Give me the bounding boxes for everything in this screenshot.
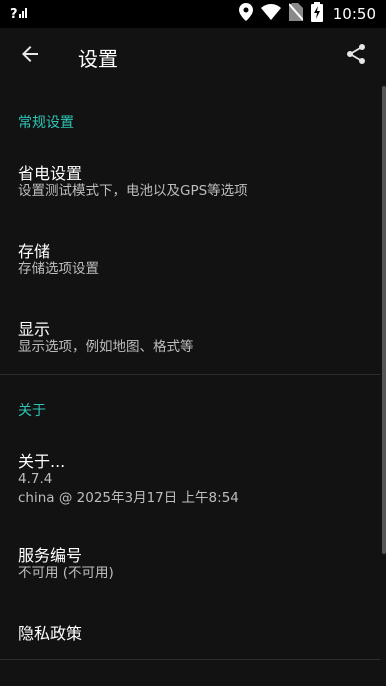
share-icon (345, 43, 367, 69)
back-button[interactable] (12, 38, 48, 74)
pref-power-saving[interactable]: 省电设置 设置测试模式下，电池以及GPS等选项 (0, 146, 380, 214)
pref-title: 关于... (18, 452, 66, 471)
pref-about[interactable]: 关于... 4.7.4 china @ 2025年3月17日 上午8:54 (0, 436, 380, 520)
app-bar: 设置 (0, 28, 386, 84)
settings-screen: ? 10:50 设置 常规设置 省电设置 设置测试模式下，电池以及GPS等选项 … (0, 0, 386, 686)
status-bar: ? 10:50 (0, 0, 386, 28)
pref-version: 4.7.4 (18, 471, 53, 487)
settings-list: 常规设置 省电设置 设置测试模式下，电池以及GPS等选项 存储 存储选项设置 显… (0, 84, 386, 686)
share-button[interactable] (338, 38, 374, 74)
page-title: 设置 (78, 47, 118, 71)
pref-summary: 不可用 (不可用) (18, 565, 114, 581)
scrollbar[interactable] (382, 86, 386, 554)
no-sim-icon (288, 3, 304, 25)
arrow-back-icon (20, 44, 40, 68)
pref-build-date: china @ 2025年3月17日 上午8:54 (18, 490, 239, 506)
status-left: ? (10, 4, 31, 24)
pref-privacy-policy[interactable]: 隐私政策 (0, 608, 380, 660)
pref-service-number[interactable]: 服务编号 不可用 (不可用) (0, 530, 380, 598)
pref-summary: 设置测试模式下，电池以及GPS等选项 (18, 183, 248, 199)
pref-storage[interactable]: 存储 存储选项设置 (0, 224, 380, 292)
pref-title: 存储 (18, 242, 51, 261)
category-general: 常规设置 (18, 115, 74, 131)
pref-summary: 显示选项，例如地图、格式等 (18, 339, 194, 355)
battery-charging-icon (310, 2, 323, 26)
pref-summary: 存储选项设置 (18, 261, 99, 277)
status-right: 10:50 (238, 2, 376, 26)
status-time: 10:50 (332, 5, 376, 23)
location-icon (238, 3, 253, 25)
wifi-icon (260, 4, 281, 24)
list-divider (0, 659, 380, 660)
section-divider (0, 374, 380, 375)
signal-unknown-label: ? (10, 6, 18, 22)
pref-title: 隐私政策 (18, 624, 83, 643)
pref-title: 显示 (18, 320, 51, 339)
pref-title: 服务编号 (18, 546, 83, 565)
pref-display[interactable]: 显示 显示选项，例如地图、格式等 (0, 302, 380, 370)
category-about: 关于 (18, 403, 46, 419)
signal-icon (18, 6, 31, 22)
pref-title: 省电设置 (18, 164, 83, 183)
